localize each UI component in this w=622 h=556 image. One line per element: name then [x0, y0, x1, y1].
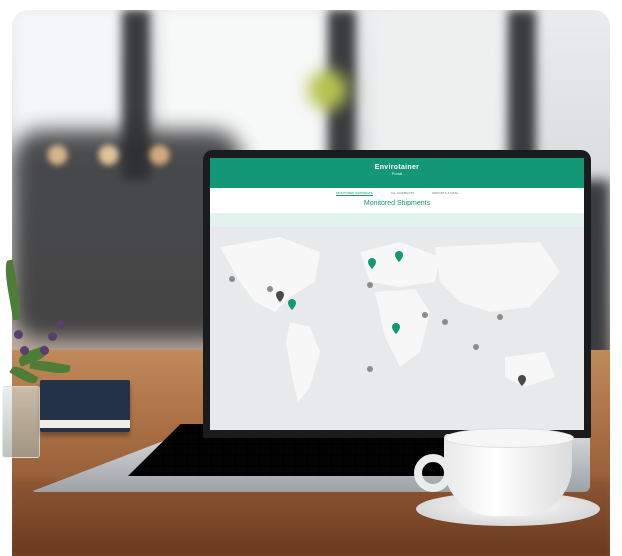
blurred-plant [308, 70, 348, 110]
flower [48, 332, 57, 341]
nav-monitored[interactable]: MONITORED SHIPMENTS [336, 191, 373, 196]
flower [40, 346, 49, 355]
window-pane [372, 10, 502, 160]
brand-subtitle: Portal [391, 171, 403, 176]
blurred-lights [32, 140, 202, 170]
map-svg [210, 227, 584, 430]
app-nav: MONITORED SHIPMENTS ALL SHIPMENTS REPORT… [210, 188, 584, 198]
cup-rim [444, 428, 574, 448]
filter-band [210, 213, 584, 227]
flower [14, 330, 23, 339]
world-map[interactable] [210, 227, 584, 430]
laptop-lid: Envirotainer Portal MONITORED SHIPMENTS … [203, 150, 591, 438]
flower [20, 346, 29, 355]
plant-pot [2, 386, 40, 458]
app-header: Envirotainer Portal [210, 158, 584, 188]
brand-logo: Envirotainer [374, 164, 420, 171]
nav-all[interactable]: ALL SHIPMENTS [391, 191, 415, 195]
flower [56, 320, 65, 329]
notebook [40, 380, 130, 432]
page-title: Monitored Shipments [363, 200, 431, 207]
nav-reports[interactable]: REPORTS & DATA [432, 191, 458, 195]
laptop-screen: Envirotainer Portal MONITORED SHIPMENTS … [210, 158, 584, 430]
